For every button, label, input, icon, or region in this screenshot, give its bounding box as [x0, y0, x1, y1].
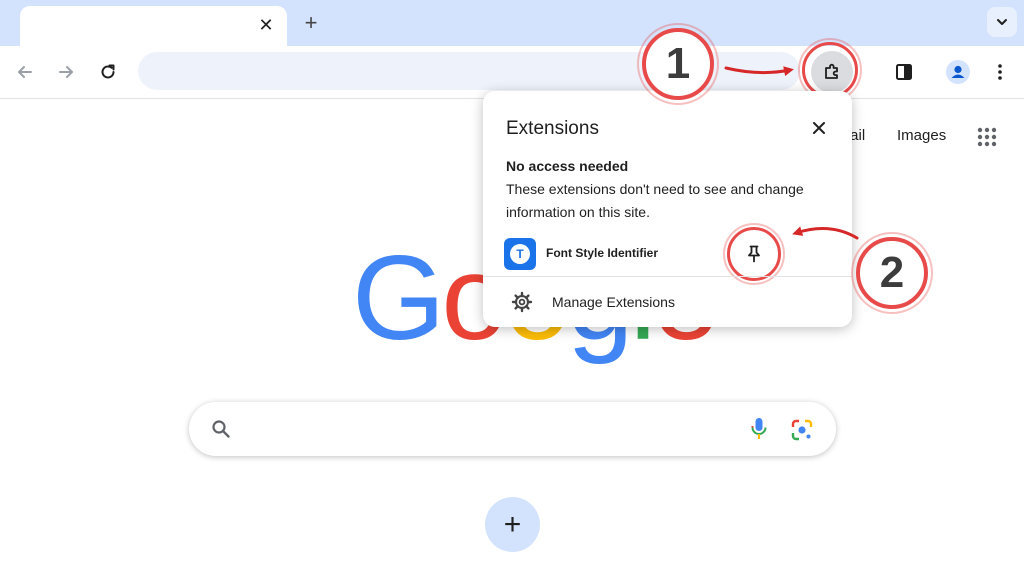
images-link[interactable]: Images — [897, 127, 946, 144]
apps-grid-icon[interactable] — [977, 127, 997, 147]
access-description: These extensions don't need to see and c… — [506, 181, 804, 220]
pin-extension-button[interactable] — [737, 237, 771, 271]
reload-button[interactable] — [96, 60, 120, 84]
arrow-left-icon — [18, 66, 32, 78]
close-icon — [813, 122, 825, 134]
tab-strip: ✕ + — [0, 0, 1024, 46]
forward-button[interactable] — [54, 60, 78, 84]
back-button[interactable] — [13, 60, 37, 84]
puzzle-icon — [825, 63, 838, 79]
more-vert-icon — [998, 64, 1002, 80]
menu-button[interactable] — [988, 60, 1012, 84]
profile-button[interactable] — [946, 60, 970, 84]
step-2-callout: 2 — [856, 237, 928, 309]
gear-icon — [511, 291, 533, 313]
tab-close-icon[interactable]: ✕ — [255, 14, 277, 36]
popup-title: Extensions — [506, 118, 599, 139]
extension-logo-icon: T — [504, 238, 536, 270]
avatar-icon — [946, 60, 970, 84]
extension-row[interactable]: T Font Style Identifier — [483, 223, 852, 285]
extensions-button[interactable] — [811, 51, 853, 93]
side-panel-icon — [896, 64, 912, 80]
pin-icon — [748, 245, 760, 263]
google-lens-icon[interactable] — [791, 419, 813, 441]
arrow-right-icon — [59, 66, 73, 78]
reload-icon — [101, 64, 115, 79]
extension-logo-letter: T — [510, 244, 530, 264]
side-panel-button[interactable] — [892, 60, 916, 84]
step-1-callout: 1 — [642, 28, 714, 100]
logo-letter: G — [352, 231, 445, 365]
browser-tab[interactable]: ✕ — [20, 6, 287, 46]
manage-extensions-item[interactable]: Manage Extensions — [483, 277, 852, 327]
extension-name: Font Style Identifier — [546, 246, 659, 260]
popup-close-button[interactable] — [808, 117, 830, 139]
add-shortcut-button[interactable]: + — [485, 497, 540, 552]
extensions-popup: Extensions No access needed These extens… — [483, 91, 852, 327]
chevron-down-icon — [997, 19, 1007, 25]
microphone-icon[interactable] — [750, 417, 768, 441]
google-search-box[interactable] — [189, 402, 836, 456]
search-icon — [212, 420, 230, 438]
access-heading: No access needed — [506, 158, 629, 174]
new-tab-button[interactable]: + — [298, 10, 324, 36]
manage-extensions-label: Manage Extensions — [552, 294, 675, 310]
tab-search-button[interactable] — [987, 7, 1017, 37]
